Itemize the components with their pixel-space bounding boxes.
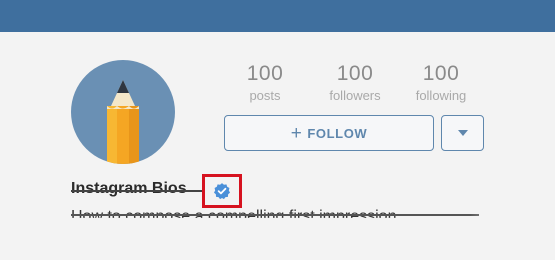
follow-button-label: FOLLOW (307, 125, 368, 141)
verified-highlight-box (202, 174, 242, 208)
bio-strikethrough (71, 214, 479, 216)
profile-name: Instagram Bios (71, 180, 187, 197)
fade-overlay (470, 160, 555, 260)
posts-count: 100 (246, 62, 284, 85)
avatar[interactable] (71, 60, 175, 164)
following-count: 100 (422, 62, 460, 85)
stat-following[interactable]: 100 following (401, 62, 481, 104)
name-strikethrough (71, 190, 205, 192)
options-dropdown-button[interactable] (441, 115, 484, 151)
posts-label: posts (249, 88, 281, 103)
follow-button[interactable]: + FOLLOW (224, 115, 434, 151)
followers-label: followers (329, 88, 381, 103)
stat-followers[interactable]: 100 followers (315, 62, 395, 104)
following-label: following (415, 88, 467, 103)
stat-posts[interactable]: 100 posts (225, 62, 305, 104)
verified-badge-icon[interactable] (213, 182, 231, 200)
pencil-icon (107, 80, 139, 164)
plus-icon: + (290, 122, 303, 144)
followers-count: 100 (336, 62, 374, 85)
top-bar (0, 0, 555, 32)
profile-bio: How to compose a compelling first impres… (71, 208, 397, 225)
caret-down-icon (457, 130, 468, 136)
